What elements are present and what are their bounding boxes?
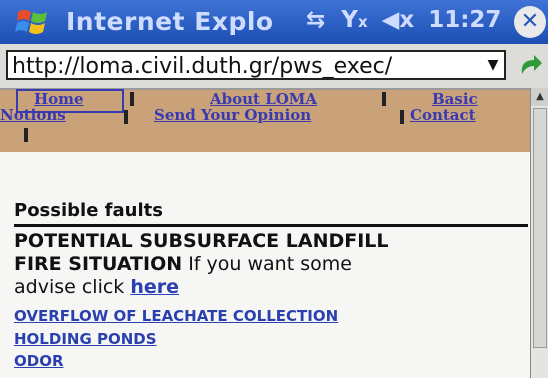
fault-title-line1: POTENTIAL SUBSURFACE LANDFILL (14, 230, 389, 252)
nav-basic-notions-link-cont[interactable]: Notions (0, 106, 66, 124)
nav-contact-link[interactable]: Contact (410, 106, 476, 124)
fault-advice-text: If you want some (182, 253, 352, 275)
nav-separator (24, 128, 28, 142)
url-text: http://loma.civil.duth.gr/pws_exec/ (12, 54, 393, 79)
scroll-thumb[interactable] (533, 108, 547, 348)
go-arrow-icon[interactable] (516, 52, 544, 80)
site-navigation: Home About LOMA Basic Notions Send Your … (0, 89, 530, 152)
here-link[interactable]: here (130, 276, 179, 298)
scroll-up-arrow-icon[interactable]: ▲ (531, 88, 548, 106)
window-title: Internet Explo (66, 7, 274, 36)
close-icon: ✕ (520, 9, 540, 34)
fault-description: POTENTIAL SUBSURFACE LANDFILL FIRE SITUA… (14, 230, 528, 299)
nav-send-opinion-link[interactable]: Send Your Opinion (154, 106, 311, 124)
title-bar: Internet Explo ⇆ Yx ◀x 11:27 ✕ (0, 0, 548, 44)
address-bar: http://loma.civil.duth.gr/pws_exec/ ▼ (0, 44, 548, 90)
vertical-scrollbar[interactable]: ▲ (530, 88, 548, 378)
nav-separator (130, 92, 134, 106)
overflow-leachate-link[interactable]: OVERFLOW OF LEACHATE COLLECTION (14, 307, 338, 325)
web-content: Home About LOMA Basic Notions Send Your … (0, 89, 530, 378)
status-area: ⇆ Yx ◀x 11:27 (306, 7, 502, 33)
pocket-pc-screen: Internet Explo ⇆ Yx ◀x 11:27 ✕ http://lo… (0, 0, 548, 378)
clock[interactable]: 11:27 (428, 7, 501, 33)
nav-separator (382, 92, 386, 106)
divider (14, 224, 528, 227)
fault-title-line2: FIRE SITUATION (14, 253, 183, 275)
holding-ponds-link[interactable]: HOLDING PONDS (14, 330, 157, 348)
close-button[interactable]: ✕ (514, 6, 546, 38)
url-input[interactable]: http://loma.civil.duth.gr/pws_exec/ ▼ (6, 50, 506, 80)
volume-muted-icon[interactable]: ◀x (382, 7, 415, 33)
signal-icon[interactable]: Y (341, 7, 358, 33)
windows-start-icon[interactable] (14, 6, 52, 38)
nav-separator (400, 110, 404, 124)
odor-link[interactable]: ODOR (14, 352, 64, 370)
fault-advice-text-2: advise click (14, 276, 131, 298)
nav-separator (124, 110, 128, 124)
section-title: Possible faults (14, 200, 163, 221)
chevron-down-icon[interactable]: ▼ (482, 52, 504, 78)
connectivity-icon[interactable]: ⇆ (306, 7, 325, 33)
